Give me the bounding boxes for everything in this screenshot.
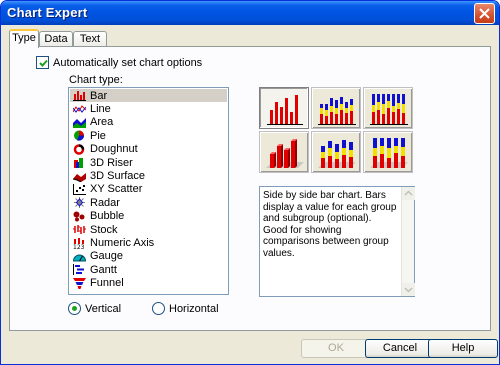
close-button[interactable] <box>474 3 495 24</box>
subtype-3d-percent-bar[interactable] <box>363 131 413 173</box>
tab-data[interactable]: Data <box>39 31 73 47</box>
auto-options-checkbox[interactable] <box>36 56 49 69</box>
list-item-label: Bubble <box>90 210 125 223</box>
scroll-up-button[interactable] <box>402 187 415 200</box>
description-text: Side by side bar chart. Bars display a v… <box>263 190 397 259</box>
bubble-chart-icon <box>73 211 86 222</box>
numeric-axis-icon: 123 <box>73 237 86 251</box>
title-bar[interactable]: Chart Expert <box>1 1 499 25</box>
list-item-doughnut[interactable]: Doughnut <box>70 143 227 156</box>
stacked-bar-icon <box>318 97 356 125</box>
xy-scatter-icon <box>73 183 86 195</box>
list-item-bubble[interactable]: Bubble <box>70 210 227 223</box>
vertical-label: Vertical <box>85 302 122 315</box>
subtype-3d-stacked-bar[interactable] <box>311 131 361 173</box>
side-by-side-bar-icon <box>267 95 303 125</box>
window-title: Chart Expert <box>7 5 88 20</box>
list-item-3d-surface[interactable]: 3D Surface <box>70 169 227 182</box>
3d-side-by-side-bar-icon <box>266 139 304 168</box>
bar-chart-icon <box>73 90 86 102</box>
list-item-stock[interactable]: Stock <box>70 223 227 236</box>
line-chart-icon <box>72 104 87 115</box>
help-button[interactable]: Help <box>428 339 498 358</box>
horizontal-label: Horizontal <box>169 302 219 315</box>
list-item-line[interactable]: Line <box>70 102 227 115</box>
funnel-chart-icon <box>73 277 86 289</box>
tab-data-label: Data <box>44 33 68 45</box>
list-item-area[interactable]: Area <box>70 116 227 129</box>
gantt-chart-icon <box>73 264 86 276</box>
description-scrollbar[interactable] <box>401 187 415 296</box>
gauge-icon <box>72 251 87 262</box>
list-item-numeric-axis[interactable]: 123 Numeric Axis <box>70 236 227 251</box>
list-item-label: 3D Surface <box>90 170 146 183</box>
checkmark-icon <box>39 59 48 67</box>
percent-bar-icon <box>370 94 408 125</box>
3d-stacked-bar-icon <box>318 140 356 168</box>
scroll-down-button[interactable] <box>402 283 415 296</box>
list-item-label: Stock <box>90 223 118 236</box>
area-chart-icon <box>73 117 86 128</box>
list-item-label: Funnel <box>90 277 124 290</box>
list-item-label: Pie <box>90 129 106 142</box>
svg-text:123: 123 <box>73 244 85 249</box>
cancel-button[interactable]: Cancel <box>365 339 435 358</box>
ok-button[interactable]: OK <box>301 339 371 358</box>
list-item-label: XY Scatter <box>90 183 143 196</box>
chevron-up-icon <box>404 190 413 196</box>
subtype-percent-bar[interactable] <box>363 87 413 129</box>
list-item-funnel[interactable]: Funnel <box>70 277 227 290</box>
list-item-xy-scatter[interactable]: XY Scatter <box>70 183 227 196</box>
vertical-radio[interactable] <box>68 302 81 315</box>
list-item-label: Gantt <box>90 263 117 276</box>
horizontal-radio[interactable] <box>152 302 165 315</box>
chart-expert-dialog: Chart Expert Type Data Text Automaticall… <box>0 0 500 365</box>
list-item-label: Area <box>90 116 114 129</box>
list-item-label: Line <box>90 103 111 116</box>
auto-options-checkbox-row[interactable]: Automatically set chart options <box>36 56 202 69</box>
stock-chart-icon <box>73 224 86 235</box>
tab-text[interactable]: Text <box>73 31 107 47</box>
list-item-label: Numeric Axis <box>90 237 155 250</box>
list-item-pie[interactable]: Pie <box>70 129 227 142</box>
tab-text-label: Text <box>79 33 101 45</box>
radar-chart-icon <box>73 197 86 209</box>
list-item-label: Gauge <box>90 250 124 263</box>
subtype-3d-side-by-side-bar[interactable] <box>259 131 309 173</box>
close-icon <box>479 8 490 19</box>
3d-riser-icon <box>73 157 86 169</box>
list-item-bar[interactable]: Bar <box>70 89 227 103</box>
list-item-label: 3D Riser <box>90 156 133 169</box>
chart-type-listbox[interactable]: Bar Line Area Pie Doughnut 3D Riser 3D S… <box>68 87 229 295</box>
list-item-3d-riser[interactable]: 3D Riser <box>70 156 227 169</box>
subtype-side-by-side-bar[interactable] <box>259 87 309 129</box>
tab-type-label: Type <box>12 32 36 44</box>
list-item-label: Radar <box>90 196 120 209</box>
horizontal-radio-row[interactable]: Horizontal <box>152 302 219 315</box>
chart-type-label: Chart type: <box>69 74 123 86</box>
pie-chart-icon <box>73 130 86 141</box>
auto-options-label: Automatically set chart options <box>53 56 203 69</box>
tab-type[interactable]: Type <box>9 29 39 48</box>
3d-surface-icon <box>72 171 86 183</box>
3d-percent-bar-icon <box>370 138 408 168</box>
list-item-radar[interactable]: Radar <box>70 196 227 209</box>
list-item-gantt[interactable]: Gantt <box>70 263 227 276</box>
list-item-label: Bar <box>90 89 108 102</box>
chevron-down-icon <box>404 287 413 293</box>
vertical-radio-row[interactable]: Vertical <box>68 302 121 315</box>
subtype-stacked-bar[interactable] <box>311 87 361 129</box>
list-item-gauge[interactable]: Gauge <box>70 250 227 263</box>
chart-description: Side by side bar chart. Bars display a v… <box>259 186 415 297</box>
list-item-label: Doughnut <box>90 143 138 156</box>
doughnut-chart-icon <box>73 144 86 155</box>
